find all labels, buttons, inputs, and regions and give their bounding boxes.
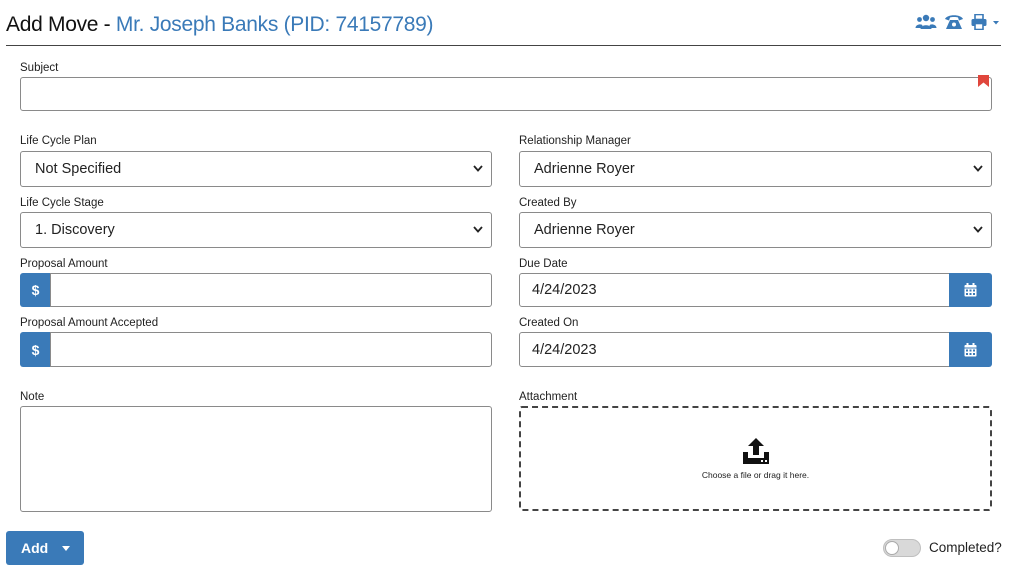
dropzone-text: Choose a file or drag it here.: [701, 469, 810, 480]
life-cycle-stage-label: Life Cycle Stage: [20, 197, 104, 209]
chevron-down-icon: [993, 21, 999, 25]
chevron-down-icon: [973, 226, 983, 233]
chevron-down-icon: [473, 226, 483, 233]
proposal-amount-accepted-input[interactable]: [50, 332, 492, 367]
note-label: Note: [20, 391, 45, 403]
proposal-amount-label: Proposal Amount: [20, 258, 108, 270]
attachment-dropzone[interactable]: Choose a file or drag it here.: [519, 406, 992, 511]
relationship-manager-value: Adrienne Royer: [534, 161, 635, 177]
life-cycle-stage-select[interactable]: 1. Discovery: [20, 212, 492, 248]
print-icon[interactable]: [971, 13, 1001, 31]
created-on-label: Created On: [519, 317, 579, 329]
created-by-value: Adrienne Royer: [534, 222, 635, 238]
page-title-main: Add Move -: [6, 13, 116, 36]
header-actions: [915, 13, 1001, 31]
attachment-label: Attachment: [519, 391, 578, 403]
due-date-calendar-button[interactable]: [949, 273, 992, 307]
life-cycle-plan-select[interactable]: Not Specified: [20, 151, 492, 187]
created-on-calendar-button[interactable]: [949, 332, 992, 367]
life-cycle-stage-value: 1. Discovery: [35, 222, 115, 238]
proposal-amount-accepted-label: Proposal Amount Accepted: [20, 317, 159, 329]
relationship-manager-select[interactable]: Adrienne Royer: [519, 151, 992, 187]
bookmark-icon[interactable]: [978, 75, 989, 87]
page-title: Add Move - Mr. Joseph Banks (PID: 741577…: [6, 13, 433, 37]
add-button[interactable]: Add: [6, 531, 84, 565]
upload-icon: [742, 437, 769, 464]
patient-name-link[interactable]: Mr. Joseph Banks (PID: 74157789): [116, 13, 434, 36]
subject-label: Subject: [20, 62, 59, 74]
relationship-manager-label: Relationship Manager: [519, 135, 631, 147]
phone-icon[interactable]: [943, 13, 965, 31]
caret-down-icon[interactable]: [62, 546, 70, 551]
users-icon[interactable]: [915, 13, 937, 31]
toggle-knob: [885, 541, 899, 555]
add-button-label: Add: [21, 540, 49, 556]
due-date-input[interactable]: 4/24/2023: [519, 273, 950, 307]
created-on-input[interactable]: 4/24/2023: [519, 332, 950, 367]
chevron-down-icon: [473, 165, 483, 172]
proposal-amount-input[interactable]: [50, 273, 492, 307]
chevron-down-icon: [973, 165, 983, 172]
subject-input[interactable]: [20, 77, 992, 111]
created-by-select[interactable]: Adrienne Royer: [519, 212, 992, 248]
created-by-label: Created By: [519, 197, 577, 209]
dollar-addon: $: [20, 332, 51, 367]
dollar-addon: $: [20, 273, 51, 307]
life-cycle-plan-value: Not Specified: [35, 161, 122, 177]
calendar-icon: [964, 342, 977, 356]
calendar-icon: [964, 283, 977, 297]
note-textarea[interactable]: [20, 406, 492, 512]
page-header: Add Move - Mr. Joseph Banks (PID: 741577…: [6, 10, 1001, 46]
due-date-label: Due Date: [519, 258, 568, 270]
completed-label: Completed?: [929, 540, 1002, 555]
completed-toggle[interactable]: [883, 539, 921, 557]
life-cycle-plan-label: Life Cycle Plan: [20, 135, 97, 147]
